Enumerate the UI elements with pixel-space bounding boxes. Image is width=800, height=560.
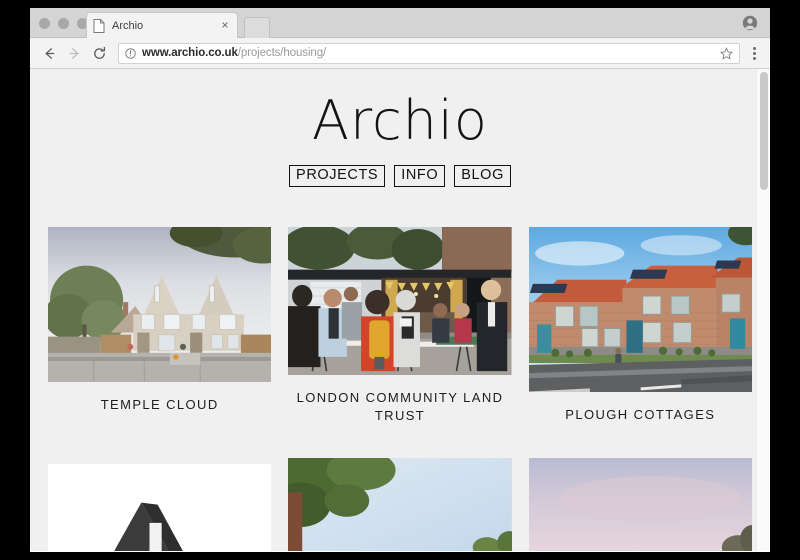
star-icon[interactable]: [720, 46, 733, 60]
page-scrollbar[interactable]: [756, 69, 770, 551]
url-text: www.archio.co.uk/projects/housing/: [142, 47, 720, 59]
url-path: /projects/housing/: [237, 47, 327, 59]
plough-cottages-render: [528, 227, 752, 393]
nav-item-blog[interactable]: BLOG: [454, 165, 511, 188]
url-bar[interactable]: www.archio.co.uk/projects/housing/: [118, 42, 740, 64]
page-icon: [93, 18, 105, 33]
browser-toolbar: www.archio.co.uk/projects/housing/: [30, 38, 770, 69]
three-dot-menu-icon[interactable]: [746, 42, 762, 64]
temple-cloud-render: [48, 227, 272, 383]
project-card-row2-2[interactable]: [288, 458, 512, 551]
project-thumbnail[interactable]: [48, 464, 272, 551]
site-navigation: PROJECTS INFO BLOG: [30, 165, 770, 188]
site-logo[interactable]: Archio: [30, 69, 770, 148]
tree-sky-photo: [288, 458, 512, 551]
project-title: LONDON COMMUNITY LAND TRUST: [296, 390, 504, 423]
project-thumbnail[interactable]: [288, 458, 512, 551]
dark-roof-white-render: [48, 464, 272, 551]
window-minimize-button[interactable]: [58, 18, 69, 29]
project-thumbnail[interactable]: [528, 227, 752, 393]
project-title: PLOUGH COTTAGES: [565, 407, 716, 423]
project-card-london-community-land-trust[interactable]: LONDON COMMUNITY LAND TRUST: [288, 227, 512, 424]
project-thumbnail[interactable]: [48, 227, 272, 383]
new-tab-icon[interactable]: [244, 17, 270, 38]
nav-item-projects[interactable]: PROJECTS: [289, 165, 386, 188]
reload-icon[interactable]: [88, 42, 110, 64]
project-grid: TEMPLE CLOUD LONDON COMMUNITY LAND TRUST…: [30, 227, 770, 551]
url-host: www.archio.co.uk: [142, 47, 238, 59]
window-controls[interactable]: [39, 18, 88, 29]
window-close-button[interactable]: [39, 18, 50, 29]
close-icon[interactable]: ×: [219, 19, 231, 32]
page-viewport: Archio PROJECTS INFO BLOG TEMPLE CLOUD L…: [30, 69, 770, 551]
project-title: TEMPLE CLOUD: [100, 397, 219, 413]
browser-tab-title: Archio: [112, 19, 144, 32]
scrollbar-thumb[interactable]: [760, 72, 768, 190]
project-card-row2-3[interactable]: [528, 458, 752, 551]
browser-tab[interactable]: Archio ×: [86, 12, 238, 38]
nav-item-info[interactable]: INFO: [394, 165, 446, 188]
project-thumbnail[interactable]: [528, 458, 752, 551]
forward-arrow-icon: [63, 42, 85, 64]
project-card-plough-cottages[interactable]: PLOUGH COTTAGES: [528, 227, 752, 424]
project-card-row2-1[interactable]: [48, 464, 272, 551]
project-thumbnail[interactable]: [288, 227, 512, 376]
browser-window: Archio × www.archio.co.uk/projects/housi…: [30, 8, 770, 552]
account-avatar-icon[interactable]: [742, 15, 758, 31]
london-clt-photo: [288, 227, 512, 376]
screen: Archio × www.archio.co.uk/projects/housi…: [0, 0, 800, 560]
pink-sky-photo: [528, 458, 752, 551]
browser-tab-strip: Archio ×: [30, 8, 770, 38]
info-circle-icon[interactable]: [125, 47, 136, 59]
project-card-temple-cloud[interactable]: TEMPLE CLOUD: [48, 227, 272, 424]
back-arrow-icon[interactable]: [38, 42, 60, 64]
